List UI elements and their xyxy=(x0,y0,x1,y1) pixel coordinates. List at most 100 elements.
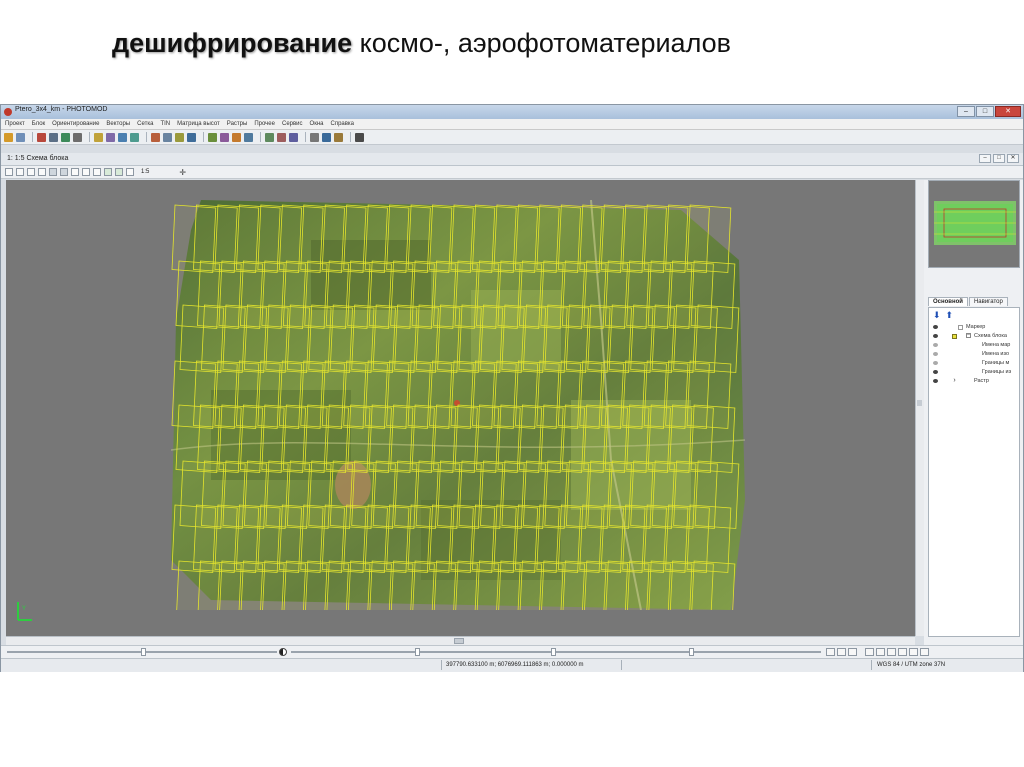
menu-block[interactable]: Блок xyxy=(32,121,45,127)
doc-maximize-button[interactable]: □ xyxy=(993,154,1005,163)
block-scheme-canvas[interactable]: Y xyxy=(6,180,915,636)
vector-icon[interactable] xyxy=(94,132,103,142)
menu-orientation[interactable]: Ориентирование xyxy=(52,121,99,127)
tool-icon[interactable] xyxy=(334,132,343,142)
select-icon[interactable] xyxy=(16,168,24,176)
overview-map[interactable] xyxy=(928,180,1020,268)
open-project-icon[interactable] xyxy=(4,132,13,142)
tab-navigator[interactable]: Навигатор xyxy=(968,297,1008,306)
horizontal-scroll-thumb[interactable] xyxy=(454,638,464,644)
window-fit-icon[interactable] xyxy=(71,168,79,176)
tool-icon[interactable] xyxy=(151,132,160,142)
tool-icon[interactable] xyxy=(310,132,319,142)
tool-icon[interactable] xyxy=(244,132,253,142)
image-mosaic[interactable] xyxy=(171,200,745,610)
camera-icon[interactable] xyxy=(49,132,58,142)
vertical-scroll-thumb[interactable] xyxy=(917,400,922,406)
menu-rasters[interactable]: Растры xyxy=(227,121,248,127)
close-button[interactable]: ✕ xyxy=(995,106,1021,117)
menu-help[interactable]: Справка xyxy=(330,121,354,127)
image-footprint[interactable] xyxy=(691,560,736,610)
minimize-button[interactable]: – xyxy=(957,106,975,117)
slider-knob[interactable] xyxy=(141,648,146,656)
zoom-in-icon[interactable] xyxy=(82,168,90,176)
tool-icon[interactable] xyxy=(265,132,274,142)
zoom-out-icon[interactable] xyxy=(93,168,101,176)
dem-icon[interactable] xyxy=(118,132,127,142)
tool-icon[interactable] xyxy=(175,132,184,142)
eye-icon[interactable] xyxy=(933,325,938,329)
select-rect-icon[interactable] xyxy=(27,168,35,176)
zoom-all-icon[interactable] xyxy=(104,168,112,176)
doc-close-button[interactable]: ✕ xyxy=(1007,154,1019,163)
pan-icon[interactable] xyxy=(5,168,13,176)
tool-icon[interactable] xyxy=(187,132,196,142)
layer-marker-names[interactable]: Имена мар xyxy=(932,341,1018,350)
menu-tin[interactable]: TIN xyxy=(160,121,170,127)
layer-image-names[interactable]: Имена изо xyxy=(932,350,1018,359)
eye-icon[interactable] xyxy=(933,334,938,338)
eye-icon[interactable] xyxy=(933,343,938,347)
save-project-icon[interactable] xyxy=(16,132,25,142)
eye-icon[interactable] xyxy=(933,379,938,383)
tab-main[interactable]: Основной xyxy=(928,297,968,306)
menu-other[interactable]: Прочее xyxy=(254,121,275,127)
tool-icon[interactable] xyxy=(232,132,241,142)
eye-icon[interactable] xyxy=(933,370,938,374)
eye-icon[interactable] xyxy=(933,352,938,356)
grid-icon[interactable] xyxy=(73,132,82,142)
menu-vectors[interactable]: Векторы xyxy=(106,121,130,127)
pointer-icon[interactable] xyxy=(38,168,46,176)
tool-icon[interactable] xyxy=(355,132,364,142)
menu-grid[interactable]: Сетка xyxy=(137,121,153,127)
zoom-tool-icon[interactable] xyxy=(126,168,134,176)
tool-icon[interactable] xyxy=(220,132,229,142)
view-mode-button[interactable] xyxy=(898,648,907,656)
vertical-scrollbar[interactable] xyxy=(915,180,924,636)
view-mode-button[interactable] xyxy=(826,648,835,656)
fit-block-icon[interactable] xyxy=(60,168,68,176)
menu-dem[interactable]: Матрица высот xyxy=(177,121,220,127)
tool-icon[interactable] xyxy=(208,132,217,142)
view-mode-button[interactable] xyxy=(887,648,896,656)
eye-icon[interactable] xyxy=(933,361,938,365)
image-icon[interactable] xyxy=(61,132,70,142)
menu-project[interactable]: Проект xyxy=(5,121,25,127)
slider-knob[interactable] xyxy=(415,648,420,656)
view-mode-button[interactable] xyxy=(865,648,874,656)
layer-marker-bounds[interactable]: Границы м xyxy=(932,359,1018,368)
tool-icon[interactable] xyxy=(163,132,172,142)
arrow-down-icon[interactable]: ⬇ xyxy=(933,311,941,320)
layer-color-swatch[interactable] xyxy=(952,334,957,339)
view-mode-button[interactable] xyxy=(920,648,929,656)
view-mode-button[interactable] xyxy=(837,648,846,656)
raster-icon[interactable] xyxy=(130,132,139,142)
tin-icon[interactable] xyxy=(106,132,115,142)
layer-raster[interactable]: › Растр xyxy=(932,377,1018,386)
layer-image-bounds[interactable]: Границы из xyxy=(932,368,1018,377)
menu-windows[interactable]: Окна xyxy=(310,121,324,127)
zoom-rect-icon[interactable] xyxy=(115,168,123,176)
doc-minimize-button[interactable]: – xyxy=(979,154,991,163)
tool-icon[interactable] xyxy=(322,132,331,142)
menu-service[interactable]: Сервис xyxy=(282,121,303,127)
layer-block-scheme[interactable]: – Схема блока xyxy=(932,332,1018,341)
view-toolbar: 1:5 ✛ xyxy=(1,166,1023,179)
slider-knob[interactable] xyxy=(689,648,694,656)
collapse-icon[interactable]: – xyxy=(966,333,971,338)
slider-track[interactable] xyxy=(291,651,821,653)
layer-marker[interactable]: Маркер xyxy=(932,323,1018,332)
arrow-up-icon[interactable]: ⬆ xyxy=(946,311,954,320)
tool-icon[interactable] xyxy=(277,132,286,142)
block-icon[interactable] xyxy=(37,132,46,142)
maximize-button[interactable]: □ xyxy=(976,106,994,117)
view-mode-button[interactable] xyxy=(909,648,918,656)
fit-icon[interactable] xyxy=(49,168,57,176)
slider-knob[interactable] xyxy=(551,648,556,656)
contrast-icon[interactable] xyxy=(279,648,287,656)
tool-icon[interactable] xyxy=(289,132,298,142)
layer-checkbox[interactable] xyxy=(958,325,963,330)
view-mode-button[interactable] xyxy=(876,648,885,656)
expand-icon[interactable]: › xyxy=(952,377,957,384)
view-mode-button[interactable] xyxy=(848,648,857,656)
